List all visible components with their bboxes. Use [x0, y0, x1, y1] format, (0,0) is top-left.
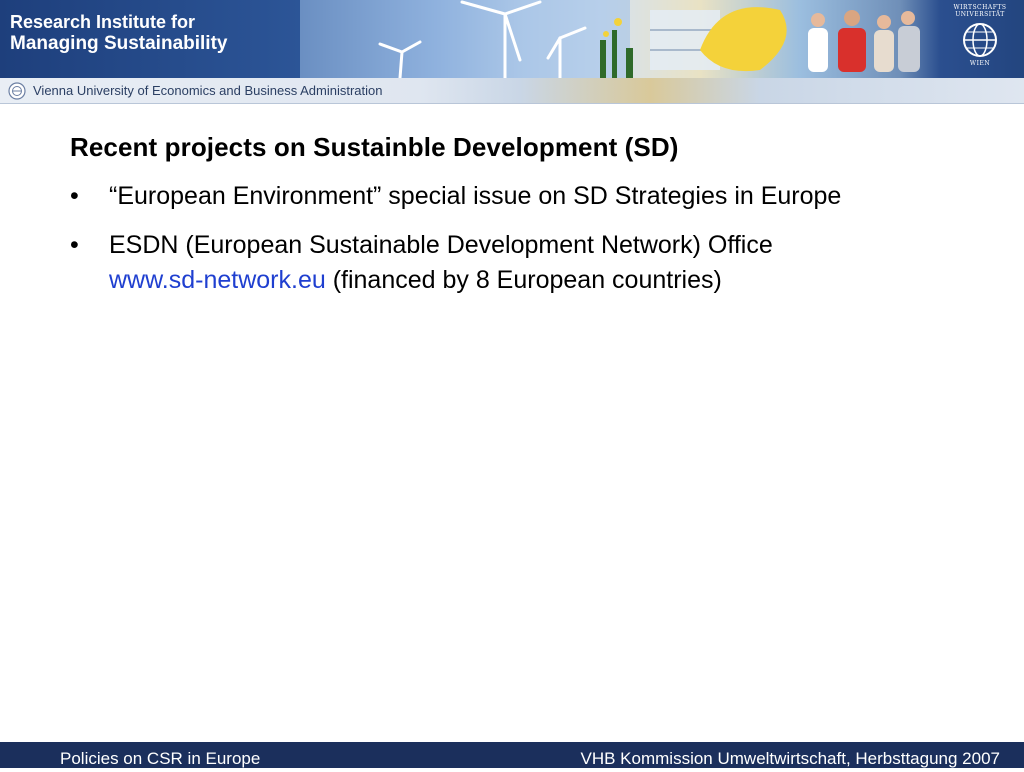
bullet-text: ESDN (European Sustainable Development N… — [109, 231, 773, 259]
bullet-item-1: • “European Environment” special issue o… — [70, 179, 890, 214]
bullet-text-continued: (financed by 8 European countries) — [325, 266, 722, 294]
university-bar: Vienna University of Economics and Busin… — [0, 78, 1024, 104]
university-logo: WIRTSCHAFTS UNIVERSITÄT WIEN — [944, 4, 1016, 74]
footer-bar: Policies on CSR in Europe VHB Kommission… — [0, 742, 1024, 768]
institute-brand: Research Institute for Managing Sustaina… — [10, 11, 227, 55]
bullet-glyph: • — [70, 231, 79, 259]
globe-logo-icon — [963, 23, 997, 57]
footer-left-text: Policies on CSR in Europe — [60, 749, 261, 768]
brand-line-2: Managing Sustainability — [10, 33, 228, 54]
bullet-text: “European Environment” special issue on … — [109, 182, 842, 210]
footer-right-text: VHB Kommission Umweltwirtschaft, Herbstt… — [580, 749, 1001, 768]
bullet-list: • “European Environment” special issue o… — [70, 179, 890, 298]
logo-text-top: WIRTSCHAFTS UNIVERSITÄT — [953, 4, 1007, 18]
slide-title: Recent projects on Sustainble Developmen… — [70, 132, 679, 162]
slide-content: Recent projects on Sustainble Developmen… — [70, 132, 890, 312]
logo-text-bottom: WIEN — [969, 60, 991, 67]
university-name: Vienna University of Economics and Busin… — [33, 83, 383, 98]
header-banner: Research Institute for Managing Sustaina… — [0, 0, 1024, 78]
esdn-website-link[interactable]: www.sd-network.eu — [109, 266, 326, 294]
bullet-glyph: • — [70, 182, 79, 210]
brand-line-1: Research Institute for — [10, 12, 196, 32]
bullet-item-2: • ESDN (European Sustainable Development… — [70, 228, 890, 298]
university-seal-icon — [8, 82, 26, 100]
